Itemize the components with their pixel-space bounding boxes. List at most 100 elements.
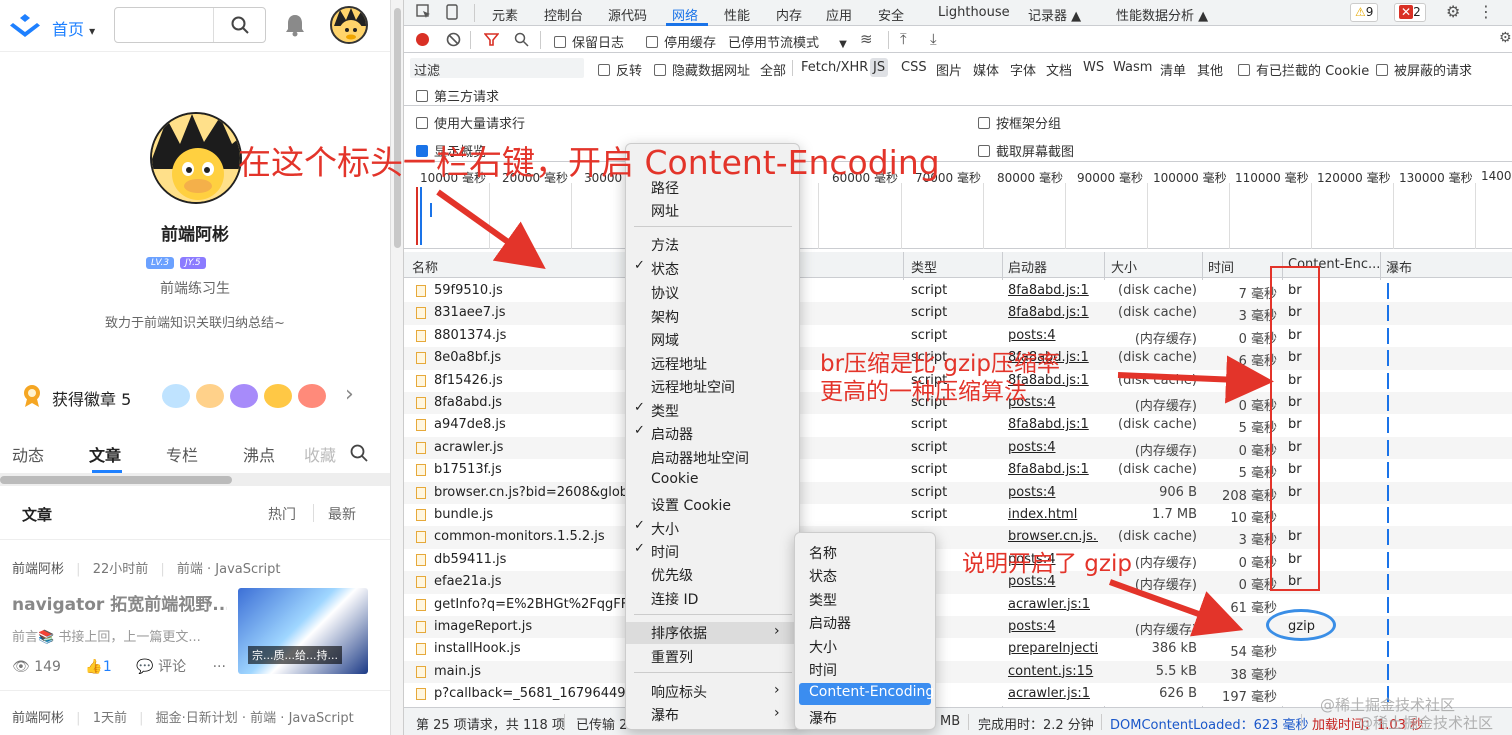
article-title[interactable]: navigator 拓宽前端视野... bbox=[12, 590, 227, 615]
menu-item-remote-address-space[interactable]: 远程地址空间 bbox=[626, 376, 799, 398]
col-size[interactable]: 大小 bbox=[1111, 257, 1137, 276]
invert-checkbox[interactable]: 反转 bbox=[598, 60, 642, 79]
cell-initiator[interactable]: index.html bbox=[1008, 507, 1098, 522]
search-icon[interactable] bbox=[514, 32, 529, 47]
home-menu[interactable]: 首页 ▾ bbox=[52, 16, 95, 40]
menu-item-set-cookies[interactable]: 设置 Cookie bbox=[626, 494, 799, 516]
table-row[interactable]: acrawler.js script posts:4 (内存缓存) 0 毫秒 br bbox=[404, 436, 1512, 460]
menu-item-waterfall[interactable]: 瀑布 › bbox=[626, 704, 799, 726]
menu-item-response-headers[interactable]: 响应标头 › bbox=[626, 681, 799, 703]
more-icon[interactable]: ··· bbox=[213, 659, 226, 675]
tab-perf-insights[interactable]: 性能数据分析 ▲ bbox=[1116, 5, 1208, 24]
blocked-cookies-checkbox[interactable]: 有已拦截的 Cookie bbox=[1238, 60, 1369, 79]
cell-initiator[interactable]: 8fa8abd.js:1 bbox=[1008, 283, 1098, 298]
tabs-scrollbar[interactable] bbox=[0, 474, 390, 486]
col-name[interactable]: 名称 bbox=[412, 257, 438, 276]
errors-badge[interactable]: ✕ 2 bbox=[1394, 3, 1426, 22]
col-initiator[interactable]: 启动器 bbox=[1008, 257, 1047, 276]
menu-item-scheme[interactable]: 架构 bbox=[626, 306, 799, 328]
tab-security[interactable]: 安全 bbox=[878, 5, 904, 24]
menu-item-cookies[interactable]: Cookie bbox=[626, 470, 799, 492]
table-row[interactable]: 831aee7.js script 8fa8abd.js:1 (disk cache)… bbox=[404, 302, 1512, 325]
wifi-settings-icon[interactable]: ≋ bbox=[860, 30, 873, 48]
tab-activity[interactable]: 动态 bbox=[12, 442, 44, 466]
submenu-item-5[interactable]: 时间 bbox=[795, 659, 935, 681]
table-row[interactable]: getInfo?q=E%2BHGt%2FqgFFnX acrawler.js:1 6… bbox=[404, 593, 1512, 617]
submenu-item-0[interactable]: 名称 bbox=[795, 542, 935, 564]
filter-input[interactable]: 过滤 bbox=[410, 58, 584, 79]
menu-item-size[interactable]: ✓ 大小 bbox=[626, 518, 799, 540]
filter-js[interactable]: JS bbox=[870, 58, 889, 77]
menu-item-domain[interactable]: 网域 bbox=[626, 329, 799, 351]
table-header[interactable]: 名称 类型 启动器 大小 时间 Content-Enc... 瀑布 bbox=[404, 252, 1512, 278]
tab-performance[interactable]: 性能 bbox=[724, 5, 750, 24]
screenshot-checkbox[interactable]: 截取屏幕截图 bbox=[978, 141, 1074, 160]
filter-ws[interactable]: WS bbox=[1083, 60, 1104, 75]
record-icon[interactable] bbox=[416, 33, 429, 46]
table-row[interactable]: 8801374.js script posts:4 (内存缓存) 0 毫秒 br bbox=[404, 324, 1512, 348]
cell-initiator[interactable]: browser.cn.js... bbox=[1008, 529, 1098, 544]
page-scrollbar[interactable] bbox=[390, 0, 403, 735]
menu-item-reset-columns[interactable]: 重置列 bbox=[626, 646, 799, 668]
search-icon[interactable] bbox=[213, 8, 265, 42]
table-row[interactable]: bundle.js script index.html 1.7 MB 10 毫秒 bbox=[404, 504, 1512, 527]
cell-initiator[interactable]: 8fa8abd.js:1 bbox=[1008, 462, 1098, 477]
menu-item-sort-by[interactable]: 排序依据 › bbox=[626, 622, 799, 644]
tab-columns[interactable]: 专栏 bbox=[166, 442, 198, 466]
search-icon[interactable] bbox=[350, 444, 368, 462]
table-row[interactable]: common-monitors.1.5.2.js browser.cn.js...… bbox=[404, 526, 1512, 549]
tab-elements[interactable]: 元素 bbox=[492, 5, 518, 24]
submenu-item-7[interactable]: 瀑布 bbox=[795, 707, 935, 729]
user-avatar[interactable] bbox=[330, 6, 368, 44]
filter-other[interactable]: 其他 bbox=[1197, 60, 1223, 79]
table-row[interactable]: db59411.js posts:4 (内存缓存) 0 毫秒 br bbox=[404, 548, 1512, 572]
article-tags[interactable]: 前端 · JavaScript bbox=[177, 562, 281, 577]
table-row[interactable]: browser.cn.js?bid=2608&globalNa script pos… bbox=[404, 481, 1512, 505]
throttle-select[interactable]: 已停用节流模式 ▼ bbox=[728, 32, 847, 51]
menu-item-url[interactable]: 网址 bbox=[626, 200, 799, 222]
tab-network[interactable]: 网络 bbox=[672, 5, 698, 24]
table-row[interactable]: 59f9510.js script 8fa8abd.js:1 (disk cache)… bbox=[404, 280, 1512, 303]
filter-all[interactable]: 全部 bbox=[760, 60, 786, 79]
menu-item-priority[interactable]: 优先级 bbox=[626, 564, 799, 586]
group-frame-checkbox[interactable]: 按框架分组 bbox=[978, 113, 1061, 132]
menu-item-method[interactable]: 方法 bbox=[626, 234, 799, 256]
menu-item-connection-id[interactable]: 连接 ID bbox=[626, 588, 799, 610]
tab-console[interactable]: 控制台 bbox=[544, 5, 583, 24]
large-rows-checkbox[interactable]: 使用大量请求行 bbox=[416, 113, 525, 132]
upload-icon[interactable]: ⤒ bbox=[900, 30, 907, 48]
badges-row[interactable]: 获得徽章 5 › bbox=[20, 382, 380, 412]
tab-memory[interactable]: 内存 bbox=[776, 5, 802, 24]
table-row[interactable]: imageReport.js posts:4 (内存缓存) gzip bbox=[404, 616, 1512, 639]
clear-icon[interactable] bbox=[446, 32, 461, 47]
gear-icon[interactable]: ⚙ bbox=[1446, 2, 1460, 21]
tab-recorder[interactable]: 记录器 ▲ bbox=[1028, 5, 1081, 24]
cell-initiator[interactable]: content.js:15 bbox=[1008, 664, 1098, 679]
menu-item-type[interactable]: ✓ 类型 bbox=[626, 400, 799, 422]
tab-application[interactable]: 应用 bbox=[826, 5, 852, 24]
article-thumbnail[interactable]: 宗...质...给...持... bbox=[238, 588, 368, 674]
menu-item-initiator-address-space[interactable]: 启动器地址空间 bbox=[626, 447, 799, 469]
download-icon[interactable]: ⤓ bbox=[930, 30, 937, 48]
menu-item-remote-address[interactable]: 远程地址 bbox=[626, 353, 799, 375]
cell-initiator[interactable]: 8fa8abd.js:1 bbox=[1008, 417, 1098, 432]
cell-initiator[interactable]: acrawler.js:1 bbox=[1008, 686, 1098, 701]
table-row[interactable]: efae21a.js posts:4 (内存缓存) 0 毫秒 br bbox=[404, 571, 1512, 594]
col-time[interactable]: 时间 bbox=[1208, 257, 1234, 276]
cell-initiator[interactable]: prepareInjecti... bbox=[1008, 641, 1098, 656]
menu-item-initiator[interactable]: ✓ 启动器 bbox=[626, 423, 799, 445]
device-toggle-icon[interactable] bbox=[444, 4, 460, 20]
comment-icon[interactable]: 💬 bbox=[136, 659, 153, 675]
cell-initiator[interactable]: acrawler.js:1 bbox=[1008, 597, 1098, 612]
filter-css[interactable]: CSS bbox=[901, 60, 927, 75]
cell-initiator[interactable]: posts:4 bbox=[1008, 619, 1098, 634]
third-party-checkbox[interactable]: 第三方请求 bbox=[416, 86, 499, 105]
tab-pins[interactable]: 沸点 bbox=[243, 442, 275, 466]
filter-manifest[interactable]: 清单 bbox=[1160, 60, 1186, 79]
table-row[interactable]: a947de8.js script 8fa8abd.js:1 (disk cache)… bbox=[404, 414, 1512, 437]
table-row[interactable]: b17513f.js script 8fa8abd.js:1 (disk cache)… bbox=[404, 459, 1512, 482]
submenu-item-2[interactable]: 类型 bbox=[795, 589, 935, 611]
submenu-item-6[interactable]: Content-Encoding bbox=[799, 683, 934, 705]
warnings-badge[interactable]: ⚠9 bbox=[1350, 3, 1379, 22]
col-waterfall[interactable]: 瀑布 bbox=[1386, 257, 1412, 276]
